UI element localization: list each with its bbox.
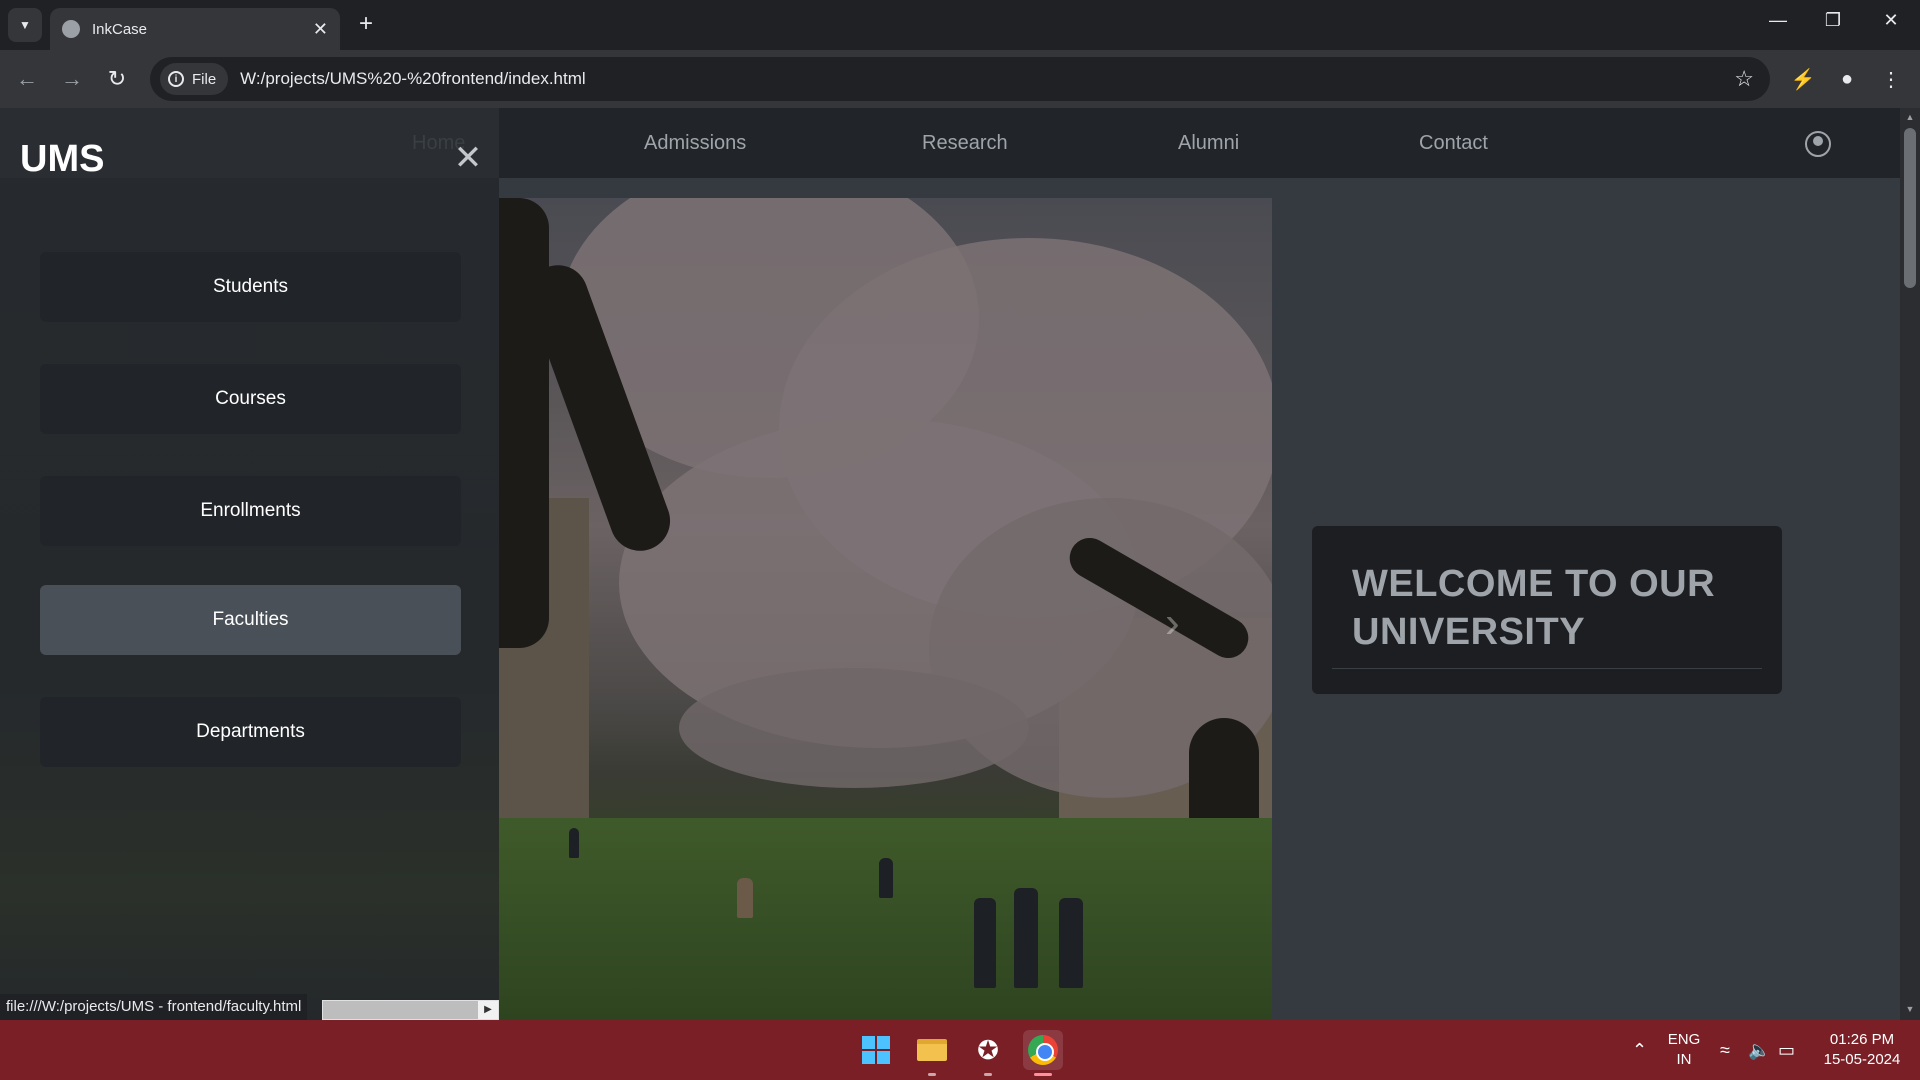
welcome-card: WELCOME TO OUR UNIVERSITY — [1312, 526, 1782, 694]
carousel-next-icon[interactable]: › — [1165, 598, 1180, 648]
chevron-down-icon: ▼ — [19, 18, 31, 32]
date-label: 15-05-2024 — [1823, 1051, 1901, 1068]
bookmark-star-icon[interactable]: ☆ — [1734, 66, 1754, 92]
restore-button[interactable]: ❐ — [1818, 10, 1848, 31]
show-hidden-icons-icon[interactable]: ⌃ — [1632, 1040, 1647, 1061]
sidebar-item-courses[interactable]: Courses — [40, 364, 461, 434]
speaker-muted-icon[interactable]: 🔈 — [1748, 1040, 1770, 1061]
inkcase-app-button[interactable]: ✪ — [968, 1030, 1008, 1070]
globe-icon — [62, 20, 80, 38]
sidebar-item-students[interactable]: Students — [40, 252, 461, 322]
tab-search-button[interactable]: ▼ — [8, 8, 42, 42]
taskbar: ✪ ⌃ ENG IN ≈ 🔈 ▭ 01:26 PM 15-05-2024 — [0, 1020, 1920, 1080]
ink-app-icon: ✪ — [977, 1034, 999, 1065]
extension-icon[interactable]: ⚡ — [1788, 64, 1818, 94]
sidebar-item-departments[interactable]: Departments — [40, 697, 461, 767]
nav-admissions[interactable]: Admissions — [644, 132, 746, 155]
hero-carousel-image: › — [499, 198, 1272, 1020]
battery-icon[interactable]: ▭ — [1778, 1040, 1795, 1061]
browser-toolbar: ← → ↻ i File W:/projects/UMS%20-%20front… — [0, 50, 1920, 108]
site-info-chip[interactable]: i File — [160, 63, 229, 95]
tab-strip: ▼ InkCase ✕ + — ❐ ✕ — [0, 0, 1920, 50]
scroll-right-icon[interactable]: ▶ — [478, 1001, 498, 1019]
close-window-button[interactable]: ✕ — [1876, 10, 1906, 31]
windows-icon — [862, 1036, 890, 1064]
offcanvas-title: UMS — [20, 138, 105, 180]
chrome-button[interactable] — [1023, 1030, 1063, 1070]
user-profile-icon[interactable] — [1805, 131, 1831, 157]
campus-lawn — [499, 818, 1272, 1020]
forward-button[interactable]: → — [57, 64, 87, 94]
welcome-divider — [1332, 668, 1762, 669]
close-tab-icon[interactable]: ✕ — [313, 19, 328, 40]
browser-menu-icon[interactable]: ⋮ — [1876, 64, 1906, 94]
vertical-scrollbar[interactable]: ▲ ▼ — [1900, 108, 1920, 1020]
profile-icon[interactable]: ● — [1832, 64, 1862, 94]
start-button[interactable] — [856, 1030, 896, 1070]
minimize-button[interactable]: — — [1763, 10, 1793, 31]
wifi-icon[interactable]: ≈ — [1720, 1040, 1730, 1061]
site-info-label: File — [192, 70, 217, 88]
welcome-heading: WELCOME TO OUR UNIVERSITY — [1352, 563, 1716, 653]
region-label: IN — [1676, 1051, 1692, 1068]
close-icon[interactable]: ✕ — [453, 141, 483, 175]
tab-title: InkCase — [92, 20, 148, 38]
clock[interactable]: 01:26 PM 15-05-2024 — [1812, 1030, 1912, 1070]
nav-research[interactable]: Research — [922, 132, 1008, 155]
new-tab-button[interactable]: + — [352, 10, 380, 38]
chrome-icon — [1028, 1035, 1058, 1065]
time-label: 01:26 PM — [1829, 1031, 1895, 1048]
scroll-up-icon[interactable]: ▲ — [1904, 112, 1916, 124]
language-label: ENG — [1667, 1031, 1701, 1048]
url-text[interactable]: W:/projects/UMS%20-%20frontend/index.htm… — [240, 69, 586, 89]
nav-contact[interactable]: Contact — [1419, 132, 1488, 155]
language-indicator[interactable]: ENG IN — [1666, 1030, 1702, 1070]
nav-alumni[interactable]: Alumni — [1178, 132, 1239, 155]
scroll-down-icon[interactable]: ▼ — [1904, 1004, 1916, 1016]
reload-button[interactable]: ↻ — [102, 64, 132, 94]
page-viewport: Home Admissions Research Alumni Contact … — [0, 108, 1920, 1020]
horizontal-scrollbar[interactable]: ▶ — [322, 1000, 499, 1020]
folder-icon — [917, 1039, 947, 1061]
link-status-bar: file:///W:/projects/UMS - frontend/facul… — [0, 994, 308, 1020]
offcanvas-sidebar: UMS Home ✕ Students Courses Enrollments … — [0, 108, 499, 1020]
sidebar-item-faculties[interactable]: Faculties — [40, 585, 461, 655]
back-button[interactable]: ← — [12, 64, 42, 94]
address-bar[interactable]: i File W:/projects/UMS%20-%20frontend/in… — [150, 57, 1770, 101]
browser-tab[interactable]: InkCase ✕ — [50, 8, 340, 50]
sidebar-item-enrollments[interactable]: Enrollments — [40, 476, 461, 546]
info-icon: i — [168, 71, 184, 87]
scrollbar-thumb[interactable] — [1904, 128, 1916, 288]
file-explorer-button[interactable] — [912, 1030, 952, 1070]
